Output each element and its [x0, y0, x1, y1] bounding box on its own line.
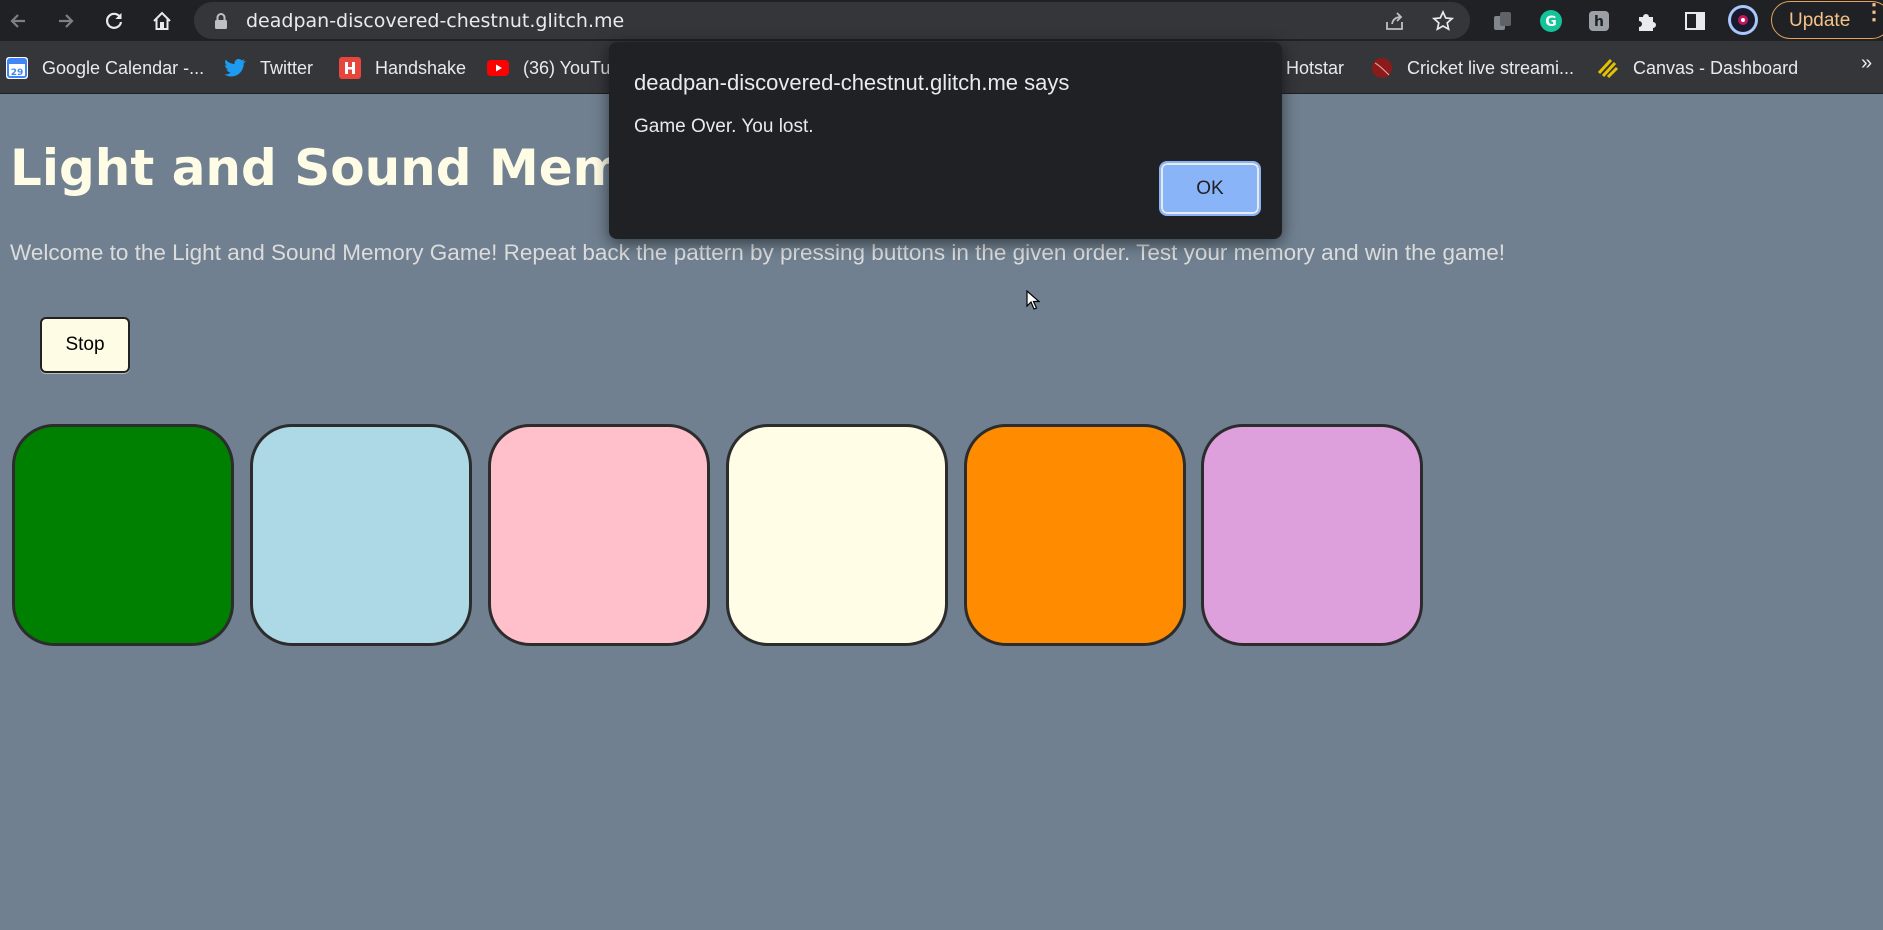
forward-arrow-icon — [59, 14, 74, 28]
handshake-icon — [339, 57, 361, 79]
back-arrow-icon — [10, 14, 25, 28]
home-icon — [153, 11, 171, 30]
ok-button[interactable]: OK — [1159, 161, 1261, 216]
side-panel-icon[interactable] — [1681, 7, 1708, 34]
game-pad-2[interactable] — [250, 424, 472, 646]
svg-text:h: h — [1594, 14, 1604, 30]
menu-dots-icon[interactable]: ⋮ — [1863, 1, 1883, 23]
browser-toolbar: deadpan-discovered-chestnut.glitch.me G … — [0, 0, 1883, 41]
reload-button[interactable] — [99, 6, 129, 36]
url-text[interactable]: deadpan-discovered-chestnut.glitch.me — [246, 10, 624, 32]
google-calendar-icon: 29 — [6, 57, 28, 79]
more-bookmarks-button[interactable]: » — [1861, 52, 1872, 75]
bookmark-canvas[interactable]: Canvas - Dashboard — [1597, 55, 1798, 81]
bookmark-label: Hotstar — [1286, 57, 1345, 78]
game-pad-5[interactable] — [964, 424, 1186, 646]
bookmark-label: Cricket live streami... — [1407, 57, 1575, 78]
share-icon[interactable] — [1384, 10, 1406, 32]
bookmark-handshake[interactable]: Handshake — [339, 55, 466, 81]
dialog-title: deadpan-discovered-chestnut.glitch.me sa… — [634, 70, 1070, 95]
twitter-icon — [224, 57, 246, 79]
dialog-message: Game Over. You lost. — [634, 116, 814, 137]
home-button[interactable] — [147, 6, 177, 36]
game-pad-1[interactable] — [12, 424, 234, 646]
bookmark-hotstar[interactable]: Hotstar — [1286, 55, 1344, 81]
stop-button[interactable]: Stop — [40, 317, 130, 373]
cricket-icon — [1371, 57, 1393, 79]
bookmark-label: Twitter — [260, 57, 314, 78]
bookmark-google-calendar[interactable]: 29 Google Calendar -... — [6, 55, 204, 81]
bookmark-label: Handshake — [375, 57, 467, 78]
extension-copy-icon[interactable] — [1489, 7, 1516, 34]
grammarly-icon[interactable]: G — [1537, 7, 1564, 34]
mouse-cursor-icon — [1026, 290, 1040, 310]
bookmark-youtube[interactable]: (36) YouTube — [487, 55, 614, 81]
svg-text:G: G — [1545, 14, 1557, 30]
forward-button[interactable] — [51, 6, 81, 36]
puzzle-icon[interactable] — [1633, 7, 1660, 34]
reload-icon — [106, 12, 123, 29]
game-pad-3[interactable] — [488, 424, 710, 646]
youtube-icon — [487, 57, 509, 79]
extension-h-icon[interactable]: h — [1585, 7, 1612, 34]
game-pad-4[interactable] — [726, 424, 948, 646]
bookmark-twitter[interactable]: Twitter — [224, 55, 313, 81]
game-pad-6[interactable] — [1201, 424, 1423, 646]
address-bar[interactable]: deadpan-discovered-chestnut.glitch.me — [194, 2, 1470, 39]
svg-text:29: 29 — [11, 68, 24, 78]
lock-icon — [214, 13, 228, 34]
alert-dialog: deadpan-discovered-chestnut.glitch.me sa… — [609, 42, 1282, 239]
profile-avatar-icon[interactable] — [1727, 4, 1759, 36]
bookmark-label: Canvas - Dashboard — [1633, 57, 1799, 78]
bookmark-cricket[interactable]: Cricket live streami... — [1371, 55, 1574, 81]
canvas-icon — [1597, 57, 1619, 79]
bookmark-star-icon[interactable] — [1432, 10, 1454, 32]
back-button[interactable] — [3, 6, 33, 36]
bookmark-label: Google Calendar -... — [42, 57, 205, 78]
bookmark-label: (36) YouTube — [523, 57, 614, 78]
intro-text: Welcome to the Light and Sound Memory Ga… — [10, 240, 1505, 265]
